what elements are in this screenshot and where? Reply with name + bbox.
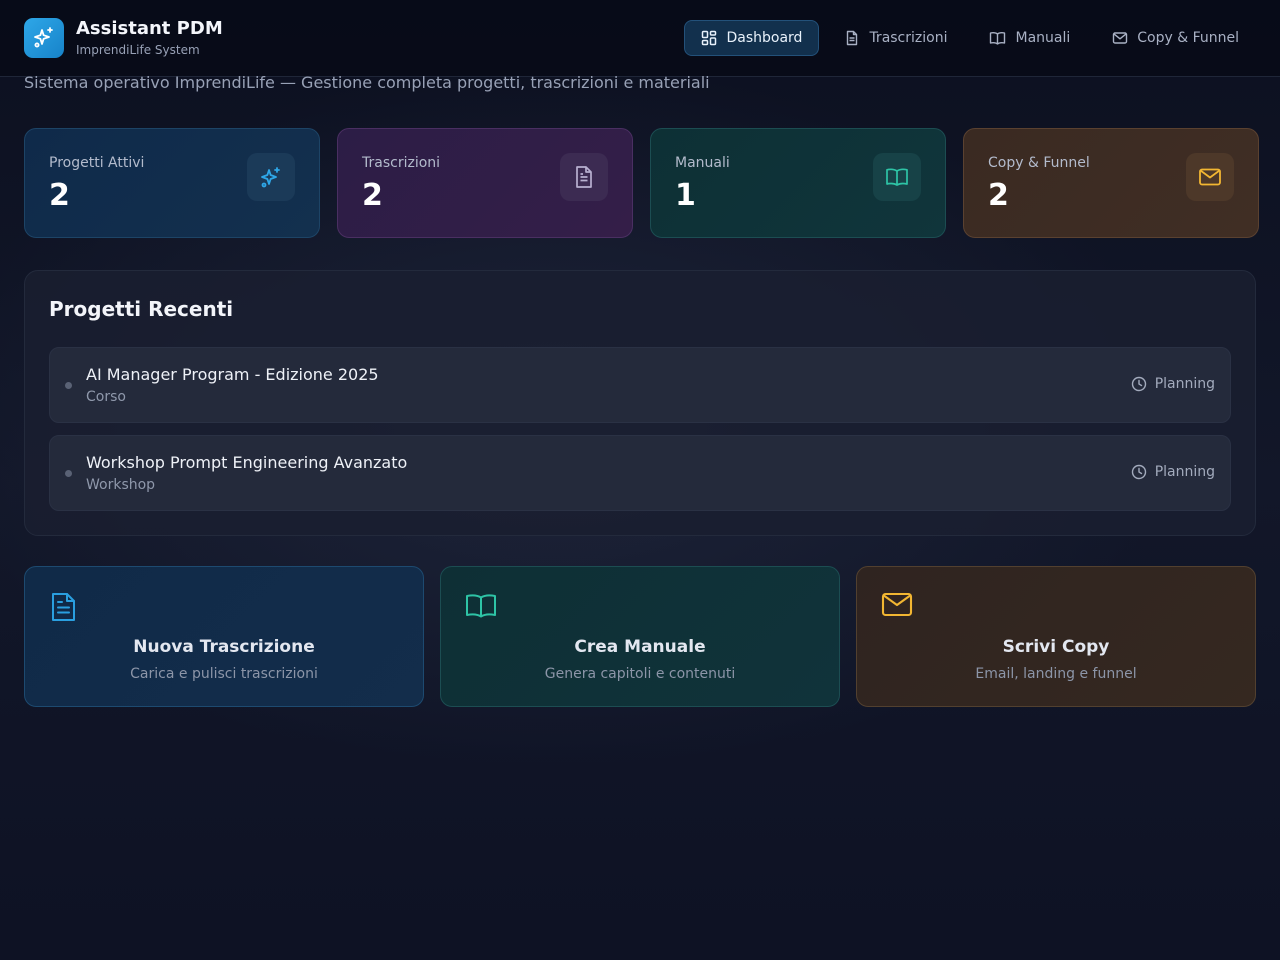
nav-copy-funnel-label: Copy & Funnel bbox=[1137, 30, 1239, 46]
project-status-label: Planning bbox=[1154, 464, 1215, 480]
project-status: Planning bbox=[1131, 376, 1215, 392]
project-text: Workshop Prompt Engineering Avanzato Wor… bbox=[86, 453, 407, 494]
project-row[interactable]: Workshop Prompt Engineering Avanzato Wor… bbox=[49, 435, 1231, 511]
document-text-icon bbox=[52, 593, 75, 621]
project-type: Corso bbox=[86, 388, 126, 405]
stat-card-trascrizioni[interactable]: Trascrizioni 2 bbox=[337, 128, 633, 238]
app-logo[interactable] bbox=[24, 18, 64, 58]
project-status-label: Planning bbox=[1154, 376, 1215, 392]
project-type: Workshop bbox=[86, 476, 156, 493]
book-icon bbox=[990, 32, 1006, 45]
project-list: AI Manager Program - Edizione 2025 Corso… bbox=[49, 347, 1231, 511]
status-dot bbox=[65, 469, 72, 477]
top-bar: Assistant PDM ImprendiLife System Dashbo… bbox=[0, 0, 1280, 77]
action-crea-manuale[interactable]: Crea Manuale Genera capitoli e contenuti bbox=[440, 566, 840, 707]
project-name: Workshop Prompt Engineering Avanzato bbox=[86, 452, 408, 472]
recent-projects-title: Progetti Recenti bbox=[49, 297, 234, 321]
action-description: Genera capitoli e contenuti bbox=[544, 666, 736, 682]
brand: Assistant PDM ImprendiLife System bbox=[76, 18, 223, 58]
nav-dashboard[interactable]: Dashboard bbox=[684, 20, 820, 56]
recent-projects-panel: Progetti Recenti AI Manager Program - Ed… bbox=[24, 270, 1256, 536]
clock-icon bbox=[1131, 464, 1146, 480]
nav-trascrizioni-label: Trascrizioni bbox=[869, 30, 948, 46]
nav-manuali[interactable]: Manuali bbox=[972, 20, 1087, 56]
stat-icon-box bbox=[560, 153, 608, 201]
action-nuova-trascrizione[interactable]: Nuova Trascrizione Carica e pulisci tras… bbox=[24, 566, 424, 707]
stat-icon-box bbox=[873, 153, 921, 201]
mail-icon bbox=[1199, 168, 1221, 186]
nav-copy-funnel[interactable]: Copy & Funnel bbox=[1095, 20, 1256, 56]
app-subtitle: ImprendiLife System bbox=[76, 43, 200, 57]
document-icon bbox=[576, 166, 592, 188]
stat-card-copy[interactable]: Copy & Funnel 2 bbox=[963, 128, 1259, 238]
nav-trascrizioni[interactable]: Trascrizioni bbox=[827, 20, 964, 56]
quick-actions: Nuova Trascrizione Carica e pulisci tras… bbox=[24, 566, 1256, 707]
book-icon bbox=[886, 168, 908, 186]
action-title: Scrivi Copy bbox=[1002, 637, 1110, 657]
project-status: Planning bbox=[1131, 464, 1215, 480]
stat-card-progetti[interactable]: Progetti Attivi 2 bbox=[24, 128, 320, 238]
dashboard-icon bbox=[702, 30, 717, 46]
stat-icon-box bbox=[247, 153, 295, 201]
page-subtitle: Sistema operativo ImprendiLife — Gestion… bbox=[24, 73, 710, 92]
action-description: Carica e pulisci trascrizioni bbox=[130, 666, 318, 682]
action-scrivi-copy[interactable]: Scrivi Copy Email, landing e funnel bbox=[856, 566, 1256, 707]
stat-icon-box bbox=[1186, 153, 1234, 201]
main-nav: Dashboard Trascrizioni Manuali Copy & Fu… bbox=[684, 20, 1256, 56]
project-text: AI Manager Program - Edizione 2025 Corso bbox=[86, 365, 379, 406]
sparkles-icon bbox=[34, 27, 53, 48]
action-title: Crea Manuale bbox=[574, 637, 706, 657]
book-icon bbox=[466, 594, 496, 618]
clock-icon bbox=[1131, 376, 1146, 392]
sparkles-icon bbox=[261, 167, 280, 188]
document-icon bbox=[847, 30, 858, 46]
stat-card-manuali[interactable]: Manuali 1 bbox=[650, 128, 946, 238]
project-row[interactable]: AI Manager Program - Edizione 2025 Corso… bbox=[49, 347, 1231, 423]
status-dot bbox=[65, 381, 72, 389]
mail-icon bbox=[881, 592, 913, 617]
nav-manuali-label: Manuali bbox=[1015, 30, 1071, 46]
mail-icon bbox=[1113, 32, 1128, 44]
stats-row: Progetti Attivi 2 Trascrizioni 2 Manuali… bbox=[24, 128, 1259, 238]
nav-dashboard-label: Dashboard bbox=[726, 30, 803, 46]
action-title: Nuova Trascrizione bbox=[133, 637, 315, 657]
app-title: Assistant PDM bbox=[76, 18, 223, 39]
action-description: Email, landing e funnel bbox=[975, 666, 1137, 682]
project-name: AI Manager Program - Edizione 2025 bbox=[86, 364, 379, 384]
